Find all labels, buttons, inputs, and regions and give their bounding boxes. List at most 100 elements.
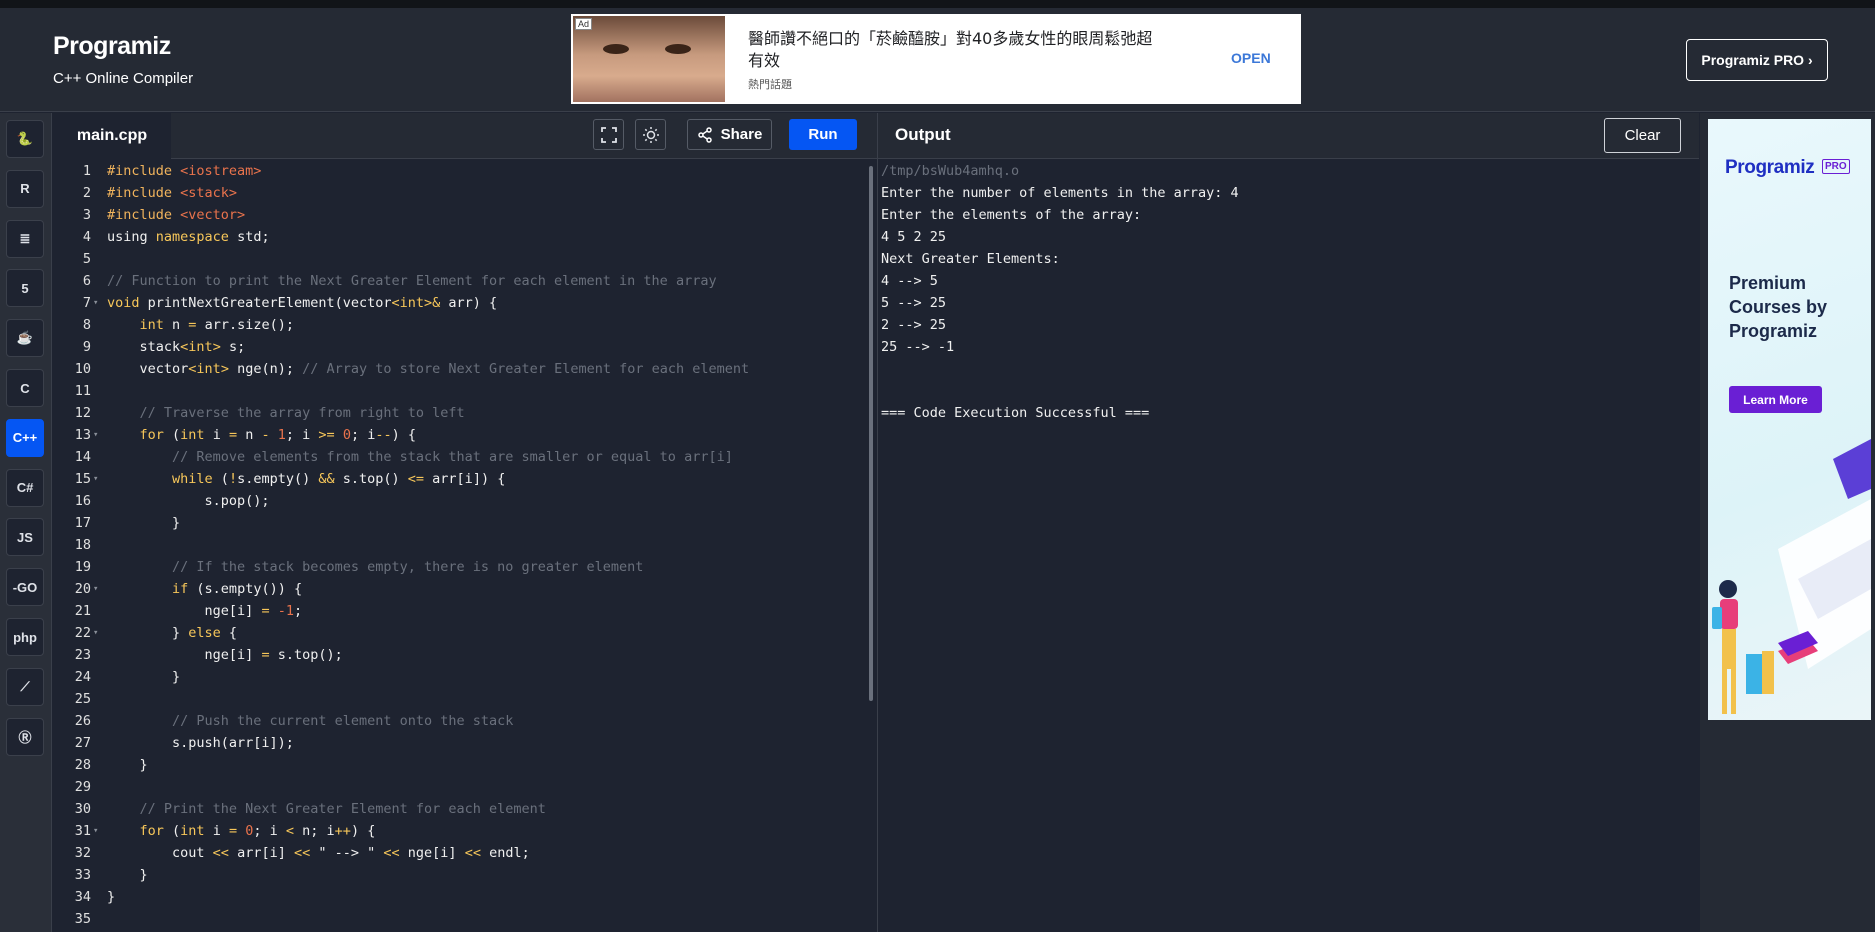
code-line[interactable]: 19 // If the stack becomes empty, there …	[53, 556, 873, 578]
code-line[interactable]: 14 // Remove elements from the stack tha…	[53, 446, 873, 468]
output-line: 4 --> 5	[881, 273, 938, 289]
programiz-logo[interactable]: Programiz	[53, 32, 171, 61]
line-number: 11	[74, 383, 91, 399]
language-c-icon[interactable]: C	[6, 369, 44, 407]
language-go-icon[interactable]: -GO	[6, 568, 44, 607]
code-text: for (int i = n - 1; i >= 0; i--) {	[139, 427, 417, 443]
fold-chevron-icon[interactable]: ▾	[93, 292, 98, 314]
fold-chevron-icon[interactable]: ▾	[93, 622, 98, 644]
ad-image[interactable]: Ad	[573, 16, 725, 102]
code-line[interactable]: 4 using namespace std;	[53, 226, 873, 248]
line-number: 23	[74, 647, 91, 663]
code-line[interactable]: 27 s.push(arr[i]);	[53, 732, 873, 754]
line-number: 33	[74, 867, 91, 883]
code-text: #include <vector>	[107, 207, 246, 223]
fold-chevron-icon[interactable]: ▾	[93, 424, 98, 446]
programiz-pro-promo[interactable]: Programiz PRO Premium Courses by Program…	[1708, 119, 1871, 720]
output-title: Output	[895, 125, 951, 144]
code-text: nge[i] = s.top();	[107, 647, 343, 663]
code-line[interactable]: 18	[53, 534, 873, 556]
language-php-icon[interactable]: php	[6, 618, 44, 656]
theme-toggle-sun-icon[interactable]	[635, 119, 666, 150]
line-number: 17	[74, 515, 91, 531]
ad-headline[interactable]: 醫師讚不絕口的「菸鹼醯胺」對40多歲女性的眼周鬆弛超有效	[748, 28, 1168, 72]
language-cpp-icon[interactable]: C++	[6, 418, 44, 457]
line-number: 8	[82, 317, 91, 333]
code-line[interactable]: 2 #include <stack>	[53, 182, 873, 204]
code-text: while (!s.empty() && s.top() <= arr[i]) …	[172, 471, 506, 487]
run-button[interactable]: Run	[789, 119, 857, 150]
code-line[interactable]: 33 }	[53, 864, 873, 886]
code-line[interactable]: 30 // Print the Next Greater Element for…	[53, 798, 873, 820]
share-button[interactable]: Share	[687, 119, 772, 150]
code-line[interactable]: 1 #include <iostream>	[53, 160, 873, 182]
code-line[interactable]: 3 #include <vector>	[53, 204, 873, 226]
clear-button[interactable]: Clear	[1604, 118, 1681, 153]
code-text: s.pop();	[107, 493, 270, 509]
page-subtitle: C++ Online Compiler	[53, 70, 194, 87]
code-line[interactable]: 32 cout << arr[i] << " --> " << nge[i] <…	[53, 842, 873, 864]
code-line[interactable]: 12 // Traverse the array from right to l…	[53, 402, 873, 424]
fullscreen-icon[interactable]	[593, 119, 624, 150]
output-path: /tmp/bsWub4amhq.o	[881, 163, 1020, 179]
code-line[interactable]: 10 vector<int> nge(n); // Array to store…	[53, 358, 873, 380]
code-line[interactable]: 6 // Function to print the Next Greater E…	[53, 270, 873, 292]
code-line[interactable]: 16 s.pop();	[53, 490, 873, 512]
code-line[interactable]: 24 }	[53, 666, 873, 688]
ad-image-eye	[665, 44, 691, 54]
output-line: Enter the elements of the array:	[881, 207, 1142, 223]
code-line[interactable]: 35	[53, 908, 873, 930]
line-number: 7	[82, 295, 91, 311]
code-text: // Push the current element onto the sta…	[107, 713, 514, 729]
code-text: #include <stack>	[107, 185, 238, 201]
file-tab-main-cpp[interactable]: main.cpp	[53, 113, 171, 159]
code-line[interactable]: 26 // Push the current element onto the …	[53, 710, 873, 732]
fold-chevron-icon[interactable]: ▾	[93, 468, 98, 490]
ad-banner[interactable]: Ad 醫師讚不絕口的「菸鹼醯胺」對40多歲女性的眼周鬆弛超有效 熱門話題 OPE…	[571, 14, 1301, 104]
output-console[interactable]: /tmp/bsWub4amhq.o Enter the number of ele…	[878, 160, 1699, 932]
code-line[interactable]: 23 nge[i] = s.top();	[53, 644, 873, 666]
line-number: 2	[82, 185, 91, 201]
line-number: 16	[74, 493, 91, 509]
language-r-icon[interactable]: R	[6, 169, 44, 208]
line-number: 34	[74, 889, 91, 905]
code-line[interactable]: 17 }	[53, 512, 873, 534]
code-line[interactable]: 13 ▾ for (int i = n - 1; i >= 0; i--) {	[53, 424, 873, 446]
code-line[interactable]: 5	[53, 248, 873, 270]
fold-chevron-icon[interactable]: ▾	[93, 820, 98, 842]
output-line: 4 5 2 25	[881, 229, 947, 245]
line-number: 12	[74, 405, 91, 421]
editor-scrollbar[interactable]	[869, 166, 873, 701]
learn-more-button[interactable]: Learn More	[1729, 386, 1822, 413]
code-line[interactable]: 25	[53, 688, 873, 710]
code-text: }	[107, 515, 181, 531]
programiz-pro-button[interactable]: Programiz PRO ›	[1686, 39, 1828, 81]
language-python-icon[interactable]: 🐍	[6, 120, 44, 158]
code-line[interactable]: 28 }	[53, 754, 873, 776]
code-line[interactable]: 21 nge[i] = -1;	[53, 600, 873, 622]
code-line[interactable]: 34}	[53, 886, 873, 908]
code-line[interactable]: 31 ▾ for (int i = 0; i < n; i++) {	[53, 820, 873, 842]
language-html-icon[interactable]: 5	[6, 269, 44, 308]
code-line[interactable]: 29	[53, 776, 873, 798]
ad-open-button[interactable]: OPEN	[1231, 50, 1271, 66]
code-text: }	[107, 669, 181, 685]
code-line[interactable]: 22 ▾ } else {	[53, 622, 873, 644]
code-text: void printNextGreaterElement(vector<int>…	[107, 295, 498, 311]
language-sql-icon[interactable]: ≣	[6, 219, 44, 258]
fold-chevron-icon[interactable]: ▾	[93, 578, 98, 600]
code-line[interactable]: 9 stack<int> s;	[53, 336, 873, 358]
code-editor[interactable]: 1 #include <iostream> 2 #include <stack> 3 #i…	[53, 160, 877, 932]
code-line[interactable]: 15 ▾ while (!s.empty() && s.top() <= arr[…	[53, 468, 873, 490]
language-rust-icon[interactable]: Ⓡ	[6, 717, 44, 756]
code-text: cout << arr[i] << " --> " << nge[i] << e…	[107, 845, 530, 861]
code-line[interactable]: 8 int n = arr.size();	[53, 314, 873, 336]
language-java-icon[interactable]: ☕	[6, 319, 44, 358]
code-line[interactable]: 20 ▾ if (s.empty()) {	[53, 578, 873, 600]
language-swift-icon[interactable]: ⟋	[6, 667, 44, 706]
code-line[interactable]: 11	[53, 380, 873, 402]
language-javascript-icon[interactable]: JS	[6, 518, 44, 557]
code-line[interactable]: 7 ▾ void printNextGreaterElement(vector<in…	[53, 292, 873, 314]
output-line: === Code Execution Successful ===	[881, 405, 1150, 421]
language-csharp-icon[interactable]: C#	[6, 468, 44, 507]
